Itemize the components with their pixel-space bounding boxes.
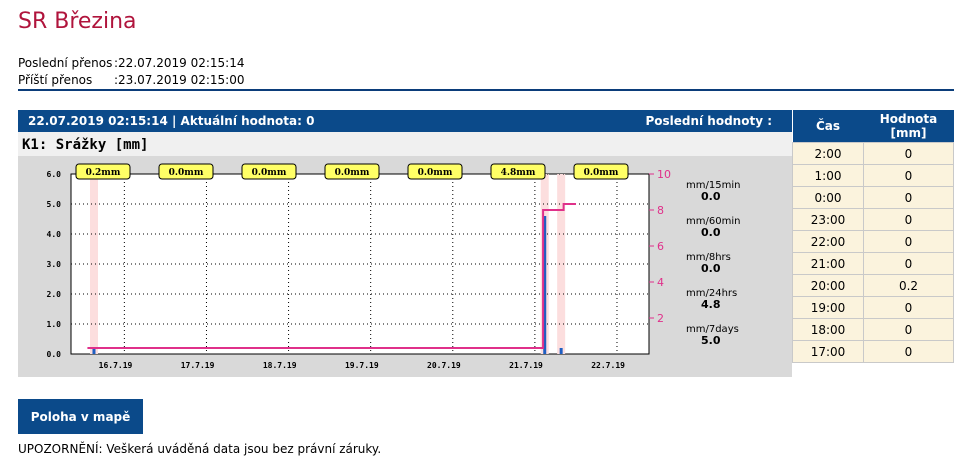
- last-values-table: Čas Hodnota [mm] 2:00 0 1:00 0 0:00 0 23:00 0 22…: [792, 110, 954, 363]
- row-time: 20:00: [792, 274, 864, 297]
- daily-total-label: 0.0mm: [252, 168, 287, 178]
- chart-title: K1: Srážky [mm]: [18, 132, 792, 156]
- daily-total-label: 0.0mm: [169, 168, 204, 178]
- y2-tick-label: 10: [657, 168, 671, 181]
- table-row: 17:00 0: [792, 340, 954, 363]
- last-transfer-label: Poslední přenos: [18, 56, 113, 70]
- header-divider: [18, 89, 954, 91]
- last-transfer: Poslední přenos:22.07.2019 02:15:14: [18, 56, 244, 70]
- row-time: 17:00: [792, 340, 864, 363]
- next-transfer-label: Příští přenos: [18, 73, 93, 87]
- row-value: 0: [863, 164, 954, 187]
- x-tick-label: 18.7.19: [263, 361, 297, 370]
- y2-tick-label: 4: [657, 276, 664, 289]
- table-row: 19:00 0: [792, 296, 954, 319]
- daily-total-label: 0.0mm: [335, 168, 370, 178]
- table-row: 18:00 0: [792, 318, 954, 341]
- row-value: 0: [863, 142, 954, 165]
- daily-total-label: 0.0mm: [584, 168, 619, 178]
- y-tick-label: 0.0: [47, 350, 62, 359]
- table-row: 20:00 0.2: [792, 274, 954, 297]
- col-header-time: Čas: [792, 110, 864, 143]
- page-title: SR Březina: [18, 9, 137, 34]
- y2-tick-label: 6: [657, 240, 664, 253]
- x-tick-label: 16.7.19: [99, 361, 133, 370]
- table-row: 0:00 0: [792, 186, 954, 209]
- y-tick-label: 3.0: [47, 260, 62, 269]
- table-row: 22:00 0: [792, 230, 954, 253]
- row-value: 0: [863, 208, 954, 231]
- stat-value: 0.0: [701, 226, 721, 239]
- row-time: 19:00: [792, 296, 864, 319]
- x-tick-label: 19.7.19: [345, 361, 379, 370]
- current-value-heading: 22.07.2019 02:15:14 | Aktuální hodnota: …: [28, 114, 315, 128]
- row-time: 0:00: [792, 186, 864, 209]
- y-tick-label: 5.0: [47, 200, 62, 209]
- row-time: 22:00: [792, 230, 864, 253]
- panel-header: 22.07.2019 02:15:14 | Aktuální hodnota: …: [18, 110, 792, 132]
- precipitation-chart: 0.0 1.0 2.0 3.0 4.0 5.0 6.0 16.7.19 17.7.19 18.7.…: [47, 163, 740, 370]
- x-tick-label: 22.7.19: [591, 361, 625, 370]
- disclaimer-notice: UPOZORNĚNÍ: Veškerá uváděná data jsou be…: [18, 442, 382, 456]
- next-transfer-value: :23.07.2019 02:15:00: [114, 73, 245, 87]
- last-values-heading: Poslední hodnoty :: [645, 114, 772, 128]
- y-tick-label: 4.0: [47, 230, 62, 239]
- table-row: 1:00 0: [792, 164, 954, 187]
- x-tick-label: 20.7.19: [427, 361, 461, 370]
- y-tick-label: 2.0: [47, 290, 62, 299]
- stat-value: 5.0: [701, 334, 721, 347]
- chart-panel: 22.07.2019 02:15:14 | Aktuální hodnota: …: [18, 110, 792, 377]
- next-transfer: Příští přenos :23.07.2019 02:15:00: [18, 73, 244, 87]
- rain-bar: [559, 348, 563, 354]
- row-value: 0: [863, 252, 954, 275]
- stat-value: 0.0: [701, 262, 721, 275]
- stat-value: 0.0: [701, 190, 721, 203]
- row-time: 1:00: [792, 164, 864, 187]
- row-value: 0: [863, 296, 954, 319]
- row-time: 21:00: [792, 252, 864, 275]
- y2-tick-label: 8: [657, 204, 664, 217]
- y2-tick-label: 2: [657, 312, 664, 325]
- row-value: 0: [863, 318, 954, 341]
- map-location-button[interactable]: Poloha v mapě: [18, 399, 143, 434]
- y-tick-label: 6.0: [47, 170, 62, 179]
- x-tick-label: 21.7.19: [509, 361, 543, 370]
- x-tick-label: 17.7.19: [181, 361, 215, 370]
- row-value: 0: [863, 230, 954, 253]
- row-time: 18:00: [792, 318, 864, 341]
- stat-value: 4.8: [701, 298, 721, 311]
- table-row: 21:00 0: [792, 252, 954, 275]
- last-transfer-value: :22.07.2019 02:15:14: [114, 56, 245, 70]
- table-row: 23:00 0: [792, 208, 954, 231]
- col-header-value: Hodnota [mm]: [863, 110, 954, 143]
- y-tick-label: 1.0: [47, 320, 62, 329]
- daily-total-label: 0.2mm: [86, 168, 121, 178]
- daily-total-label: 0.0mm: [418, 168, 453, 178]
- row-value: 0: [863, 186, 954, 209]
- table-row: 2:00 0: [792, 142, 954, 165]
- row-value: 0.2: [863, 274, 954, 297]
- row-time: 23:00: [792, 208, 864, 231]
- row-value: 0: [863, 340, 954, 363]
- row-time: 2:00: [792, 142, 864, 165]
- daily-total-label: 4.8mm: [501, 168, 536, 178]
